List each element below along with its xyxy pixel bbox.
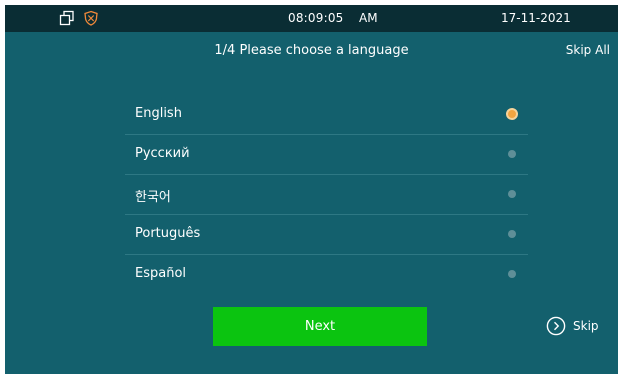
radio-unselected-icon[interactable] — [508, 230, 516, 238]
language-label: 한국어 — [135, 190, 171, 205]
language-option-korean[interactable]: 한국어 — [125, 175, 528, 215]
next-button[interactable]: Next — [213, 307, 427, 346]
radio-unselected-icon[interactable] — [508, 150, 516, 158]
language-setup-screen: 08:09:05 AM 17-11-2021 1/4 Please choose… — [5, 5, 618, 374]
status-bar: 08:09:05 AM 17-11-2021 — [5, 5, 618, 32]
radio-selected-icon[interactable] — [506, 108, 518, 120]
status-date: 17-11-2021 — [501, 11, 571, 25]
skip-button[interactable]: Skip — [546, 316, 599, 336]
language-label: Русский — [135, 146, 190, 161]
status-time: 08:09:05 — [288, 11, 344, 25]
language-option-english[interactable]: English — [125, 95, 528, 135]
language-option-russian[interactable]: Русский — [125, 135, 528, 175]
window-icon — [59, 10, 75, 26]
skip-label: Skip — [573, 319, 599, 333]
radio-unselected-icon[interactable] — [508, 270, 516, 278]
language-label: Español — [135, 266, 187, 281]
page-title: 1/4 Please choose a language — [214, 43, 409, 58]
shield-icon — [83, 10, 99, 26]
skip-all-button[interactable]: Skip All — [566, 43, 610, 57]
radio-unselected-icon[interactable] — [508, 190, 516, 198]
language-option-spanish[interactable]: Español — [125, 255, 528, 295]
language-list: English Русский 한국어 Português Español — [125, 95, 528, 295]
language-label: English — [135, 106, 182, 121]
status-ampm: AM — [359, 11, 378, 25]
language-option-portuguese[interactable]: Português — [125, 215, 528, 255]
language-label: Português — [135, 226, 201, 241]
chevron-circle-right-icon — [546, 316, 566, 336]
